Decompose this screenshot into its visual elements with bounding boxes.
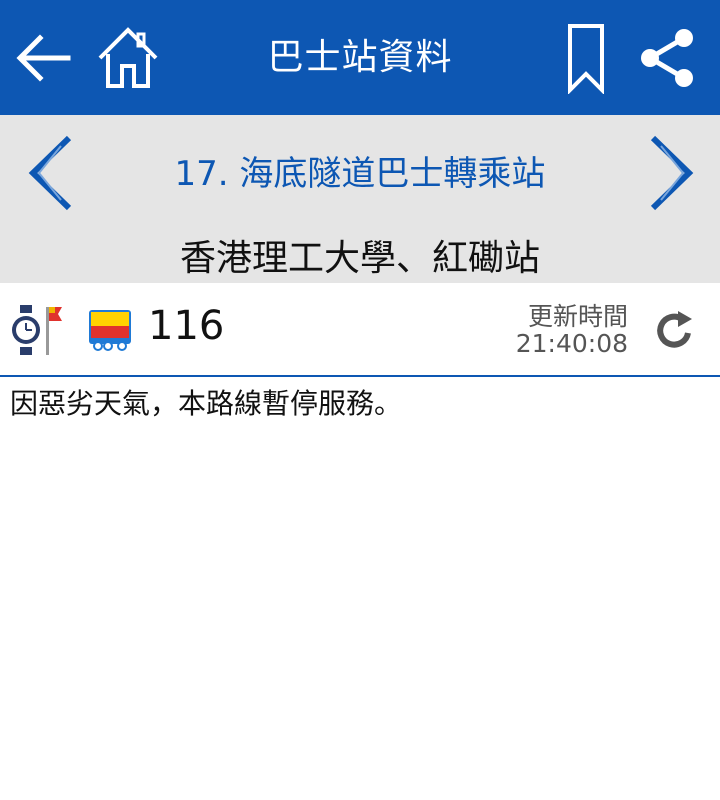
route-number: 116 — [148, 303, 225, 349]
update-time-value: 21:40:08 — [515, 329, 628, 358]
watch-flag-icon — [12, 305, 62, 355]
route-row[interactable]: 116 更新時間 21:40:08 — [0, 283, 720, 377]
chevron-left-icon — [28, 135, 72, 211]
share-icon — [641, 29, 693, 87]
update-time-label: 更新時間 — [527, 302, 628, 331]
bookmark-icon — [568, 24, 604, 94]
bookmark-button[interactable] — [550, 22, 622, 94]
refresh-icon — [657, 311, 692, 348]
bus-company-icon — [89, 310, 131, 351]
refresh-button[interactable] — [646, 303, 702, 359]
chevron-right-icon — [650, 135, 694, 211]
app-bar: 巴士站資料 — [0, 0, 720, 115]
share-button[interactable] — [632, 22, 704, 94]
previous-stop-button[interactable] — [20, 133, 80, 213]
stop-name: 香港理工大學、紅磡站 — [179, 238, 540, 279]
stop-info-bar: 17. 海底隧道巴士轉乘站 香港理工大學、紅磡站 — [0, 115, 720, 283]
service-message: 因惡劣天氣，本路線暫停服務。 — [10, 387, 403, 420]
next-stop-button[interactable] — [642, 133, 702, 213]
station-title: 17. 海底隧道巴士轉乘站 — [174, 154, 546, 194]
